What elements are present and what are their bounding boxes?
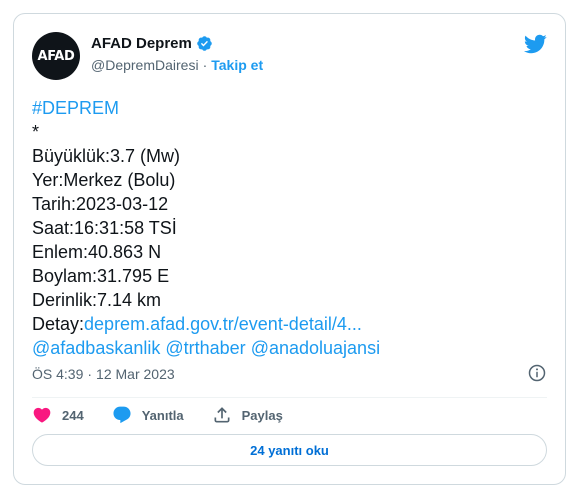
- tweet-text: #DEPREM * Büyüklük:3.7 (Mw) Yer:Merkez (…: [32, 96, 552, 360]
- tweet-timestamp[interactable]: ÖS 4:39 · 12 Mar 2023: [32, 366, 175, 382]
- avatar-logo-text: AFAD: [37, 48, 75, 64]
- timestamp-separator: ·: [87, 366, 93, 382]
- heart-icon: [33, 407, 51, 423]
- follow-button[interactable]: Takip et: [211, 57, 263, 73]
- tweet-line-detail: Detay:deprem.afad.gov.tr/event-detail/4.…: [32, 312, 552, 336]
- like-button[interactable]: 244: [32, 405, 84, 425]
- hashtag-link[interactable]: #DEPREM: [32, 96, 552, 120]
- divider: [32, 397, 547, 398]
- author-display-name[interactable]: AFAD Deprem: [91, 35, 192, 52]
- avatar[interactable]: AFAD: [32, 32, 80, 80]
- tweet-line-location: Yer:Merkez (Bolu): [32, 170, 176, 190]
- twitter-bird-icon[interactable]: [523, 32, 547, 56]
- tweet-line-magnitude: Büyüklük:3.7 (Mw): [32, 146, 181, 166]
- info-icon[interactable]: [527, 363, 547, 383]
- reply-bubble-icon: [113, 406, 131, 424]
- author-name-row: AFAD Deprem: [91, 35, 213, 52]
- author-handle-row: @DepremDairesi · Takip et: [91, 57, 263, 73]
- tweet-date: 12 Mar 2023: [96, 366, 175, 382]
- share-button[interactable]: Paylaş: [212, 405, 283, 425]
- mention-link-anadoluajansi[interactable]: @anadoluajansi: [251, 338, 380, 358]
- reply-label: Yanıtla: [141, 407, 184, 423]
- tweet-line-depth: Derinlik:7.14 km: [32, 290, 162, 310]
- mention-link-afadbaskanlik[interactable]: @afadbaskanlik: [32, 338, 160, 358]
- action-bar: 244 Yanıtla Paylaş: [32, 403, 311, 427]
- read-replies-button[interactable]: 24 yanıtı oku: [32, 434, 547, 466]
- like-count: 244: [62, 407, 84, 423]
- mention-link-trthaber[interactable]: @trthaber: [165, 338, 245, 358]
- verified-badge-icon: [197, 36, 212, 51]
- tweet-line-latitude: Enlem:40.863 N: [32, 242, 162, 262]
- handle-separator: ·: [202, 57, 208, 73]
- tweet-line-asterisk: *: [32, 122, 40, 142]
- author-handle[interactable]: @DepremDairesi: [91, 57, 199, 73]
- detail-link[interactable]: deprem.afad.gov.tr/event-detail/4...: [84, 314, 362, 334]
- tweet-line-mentions: @afadbaskanlik @trthaber @anadoluajansi: [32, 336, 552, 360]
- tweet-time: ÖS 4:39: [32, 366, 84, 382]
- tweet-line-date: Tarih:2023-03-12: [32, 194, 169, 214]
- tweet-line-time: Saat:16:31:58 TSİ: [32, 218, 177, 238]
- share-label: Paylaş: [241, 407, 283, 423]
- reply-button[interactable]: Yanıtla: [112, 405, 184, 425]
- tweet-card: AFAD AFAD Deprem @DepremDairesi · Takip …: [13, 13, 566, 485]
- share-icon: [214, 407, 230, 423]
- detail-prefix: Detay:: [32, 314, 85, 334]
- tweet-line-longitude: Boylam:31.795 E: [32, 266, 170, 286]
